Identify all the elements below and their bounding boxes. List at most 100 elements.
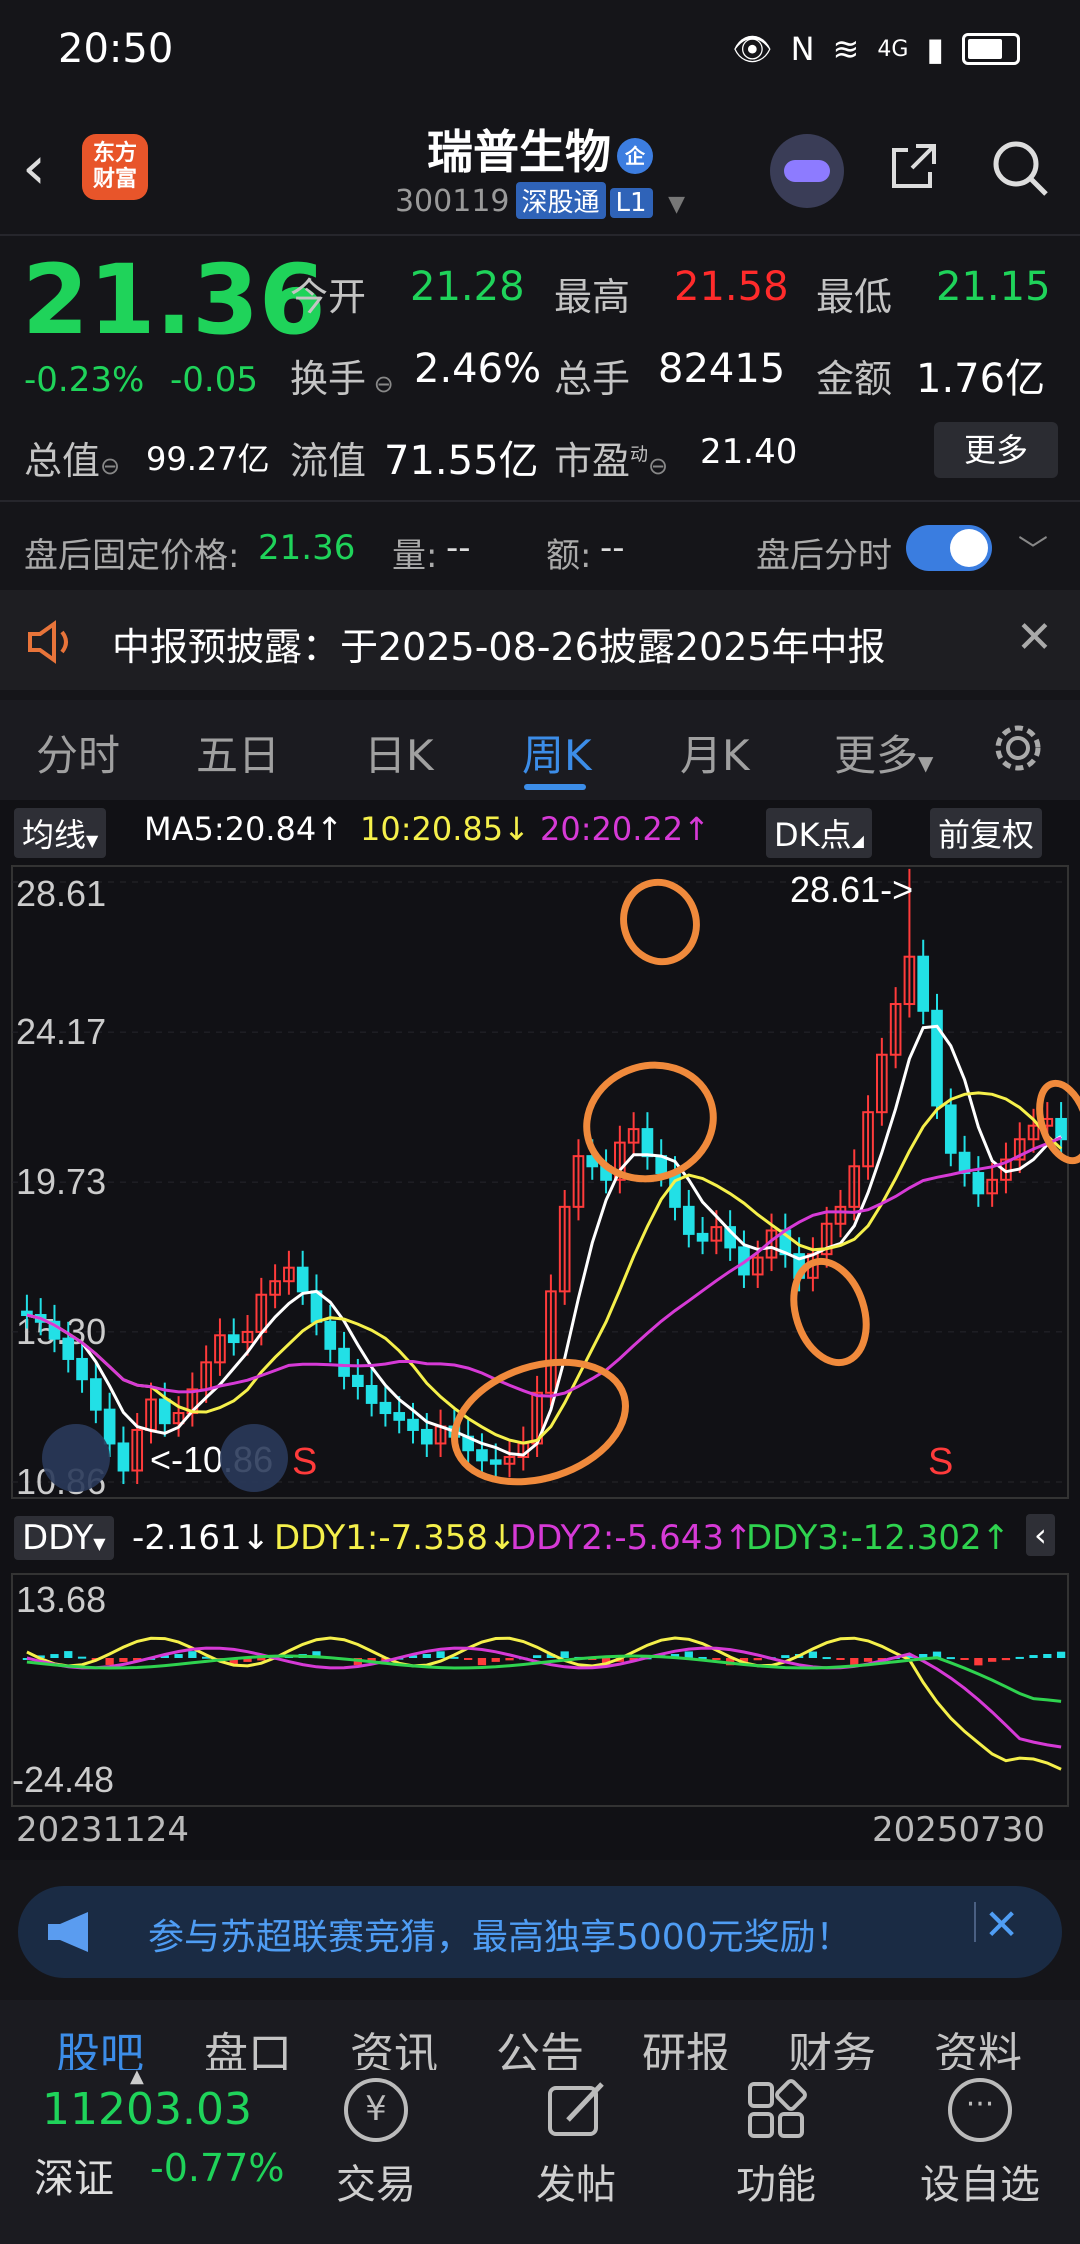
candle-body (696, 1232, 709, 1242)
candle-body (158, 1398, 171, 1425)
wifi-icon: ≋ (832, 30, 860, 68)
ddy-dropdown[interactable]: DDY▼ (14, 1516, 114, 1560)
ma5-value: MA5:20.84↑ (144, 810, 344, 848)
stock-code: 300119 (394, 184, 510, 219)
network-label: 4G (877, 36, 909, 62)
quote-divider (0, 500, 1080, 502)
after-hours-label: 盘后固定价格: (24, 536, 240, 576)
open-value: 21.28 (410, 264, 525, 310)
after-hours-amt: -- (600, 528, 625, 568)
index-name[interactable]: 深证 (34, 2146, 114, 2204)
ma20-line (26, 1136, 1062, 1398)
notice-bar[interactable]: 中报预披露：于2025-08-26披露2025年中报 ✕ (0, 590, 1080, 690)
y-tick-label: 24.17 (16, 1011, 106, 1052)
high-value: 21.58 (674, 264, 789, 310)
tab-weekly-k[interactable]: 周K (522, 722, 592, 783)
status-icons: 👁 N ≋ 4G ▮ (732, 30, 1020, 68)
turnover-label-text: 换手 (290, 357, 367, 401)
after-hours-toggle-label: 盘后分时 (756, 536, 892, 576)
y-tick-label: 28.61 (16, 873, 106, 914)
volume-label: 总手 (554, 357, 631, 401)
megaphone-icon (48, 1912, 88, 1952)
close-icon[interactable]: ✕ (1016, 612, 1053, 663)
dk-point-dropdown[interactable]: DK点◢ (766, 808, 872, 858)
functions-button[interactable]: 功能 (736, 2078, 816, 2210)
candlestick-chart[interactable]: 28.6124.1719.7315.3010.8628.61-><-10.86S… (0, 862, 1080, 1502)
bottom-action-bar: ▲ 11203.03 深证 -0.77% ¥ 交易 发帖 功能 ··· 设自选 (0, 2066, 1080, 2244)
caret-down-icon: ▼ (918, 751, 934, 775)
tab-daily-k[interactable]: 日K (364, 722, 434, 783)
info-icon[interactable]: ⊖ (648, 452, 668, 480)
close-icon[interactable]: ✕ (984, 1900, 1019, 1949)
change-percent: -0.23% (24, 360, 145, 400)
collapse-left-icon[interactable]: ‹ (1026, 1514, 1055, 1556)
ddy-bar (491, 1658, 500, 1662)
edit-icon (548, 2082, 604, 2136)
promo-banner[interactable]: 参与苏超联赛竞猜，最高独享5000元奖励！ ✕ (18, 1886, 1062, 1978)
pe-label[interactable]: 市盈动⊖ (554, 430, 668, 485)
ma-legend-bar: 均线▼ MA5:20.84↑ 10:20.85↓ 20:20.22↑ DK点◢ … (0, 800, 1080, 860)
after-hours-toggle[interactable] (906, 525, 992, 571)
ddy-bar (422, 1654, 431, 1658)
functions-label: 功能 (736, 2162, 816, 2208)
nfc-icon: N (790, 30, 815, 68)
adjust-button[interactable]: 前复权 (930, 808, 1043, 858)
candle-body (420, 1428, 433, 1445)
search-icon[interactable] (988, 136, 1052, 200)
ddy-bar (753, 1658, 762, 1661)
sell-signal: S (292, 1441, 317, 1483)
ddy1-value: DDY1:-7.358↓ (274, 1518, 517, 1558)
ddy-y-max: 13.68 (16, 1579, 106, 1620)
candle-body (324, 1320, 337, 1350)
trade-button[interactable]: ¥ 交易 (336, 2078, 416, 2210)
add-watchlist-button[interactable]: ··· 设自选 (920, 2078, 1040, 2210)
mktcap-label-text: 总值 (24, 439, 101, 483)
candle-body (117, 1442, 130, 1472)
chevron-down-icon[interactable]: ﹀ (1018, 526, 1048, 570)
ddy-bar (560, 1651, 569, 1658)
share-icon[interactable] (886, 138, 942, 194)
y-tick-label: 19.73 (16, 1161, 106, 1202)
settings-gear-icon[interactable] (990, 720, 1046, 776)
status-bar: 20:50 👁 N ≋ 4G ▮ (0, 0, 1080, 100)
candle-body (641, 1128, 654, 1158)
ddy-bar (1043, 1654, 1052, 1658)
ddy-bar (808, 1651, 818, 1658)
tab-monthly-k[interactable]: 月K (680, 722, 750, 783)
assistant-robot-icon[interactable] (770, 134, 844, 208)
ddy-indicator-chart[interactable]: 13.68 -24.48 (0, 1572, 1080, 1808)
ddy-bar (1029, 1655, 1038, 1658)
ddy-bar (960, 1658, 969, 1660)
more-button[interactable]: 更多 (934, 422, 1058, 478)
connect-tag: 深股通 (515, 182, 606, 219)
post-button[interactable]: 发帖 (536, 2078, 616, 2210)
ddy-bar (781, 1655, 790, 1658)
caret-down-icon[interactable]: ▼ (668, 192, 685, 217)
ma-dropdown[interactable]: 均线▼ (14, 808, 107, 858)
candle-body (227, 1334, 240, 1344)
caret-down-icon: ▼ (93, 1534, 106, 1553)
amount-value: 1.76亿 (916, 356, 1046, 402)
chart-end-date: 20250730 (872, 1810, 1046, 1850)
fullscreen-button[interactable] (220, 1424, 288, 1492)
tab-intraday[interactable]: 分时 (36, 722, 120, 783)
ddy-bar (712, 1658, 721, 1660)
ddy-bar (64, 1651, 73, 1658)
add-watchlist-label: 设自选 (920, 2162, 1040, 2208)
open-label: 今开 (290, 275, 367, 319)
ddy-bar (1015, 1656, 1024, 1659)
ddy-bar (1001, 1658, 1011, 1661)
ddy-dropdown-label: DDY (22, 1518, 94, 1558)
info-icon[interactable]: ⊖ (100, 452, 120, 480)
index-value[interactable]: 11203.03 (42, 2084, 252, 2135)
turnover-label[interactable]: 换手 ⊖ (290, 348, 394, 403)
info-icon[interactable]: ⊖ (366, 370, 394, 398)
mktcap-label[interactable]: 总值⊖ (24, 430, 120, 485)
ddy-bar (505, 1658, 514, 1661)
expand-button[interactable] (42, 1424, 110, 1492)
tab-five-day[interactable]: 五日 (196, 722, 280, 783)
after-hours-amt-label: 额: (546, 536, 592, 576)
tab-more[interactable]: 更多▼ (834, 722, 933, 783)
ddy-bar (863, 1658, 873, 1662)
change-amount: -0.05 (170, 360, 258, 400)
